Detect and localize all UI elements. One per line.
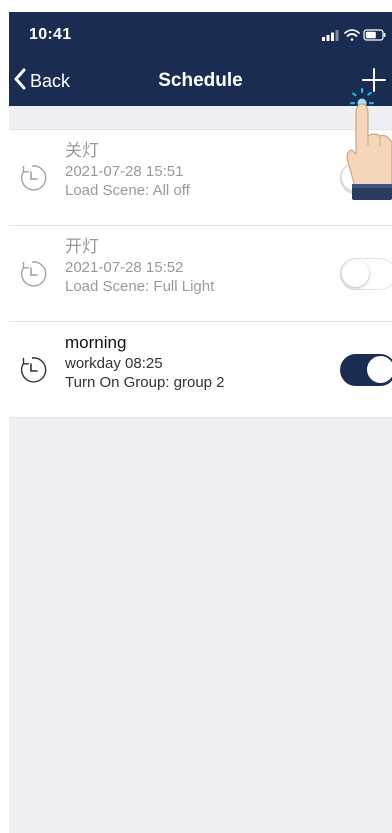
schedule-row-1[interactable]: 关灯 2021-07-28 15:51 Load Scene: All off xyxy=(9,129,392,225)
status-icons xyxy=(322,28,386,42)
schedule-time: 2021-07-28 15:52 xyxy=(65,259,184,276)
schedule-time: workday 08:25 xyxy=(65,355,163,372)
battery-icon xyxy=(363,29,386,41)
wifi-icon xyxy=(344,29,360,41)
status-bar: 10:41 xyxy=(9,12,392,58)
schedule-row-2[interactable]: 开灯 2021-07-28 15:52 Load Scene: Full Lig… xyxy=(9,225,392,321)
nav-bar: Back Schedule xyxy=(9,58,392,106)
schedule-action: Load Scene: Full Light xyxy=(65,278,215,295)
schedule-list: 关灯 2021-07-28 15:51 Load Scene: All off … xyxy=(9,129,392,418)
schedule-toggle[interactable] xyxy=(340,354,392,386)
page-title: Schedule xyxy=(158,70,243,91)
schedule-title: 关灯 xyxy=(65,141,99,160)
schedule-info: 开灯 2021-07-28 15:52 Load Scene: Full Lig… xyxy=(65,236,214,296)
schedule-title: 开灯 xyxy=(65,237,99,256)
schedule-action: Turn On Group: group 2 xyxy=(65,374,225,391)
clock-icon xyxy=(21,357,47,383)
signal-icon xyxy=(322,30,339,41)
schedule-action: Load Scene: All off xyxy=(65,182,190,199)
toggle-knob xyxy=(367,356,392,383)
schedule-toggle[interactable] xyxy=(340,258,392,290)
schedule-time: 2021-07-28 15:51 xyxy=(65,163,184,180)
toggle-knob xyxy=(342,260,369,287)
header: 10:41 Back Schedule xyxy=(9,12,392,106)
schedule-info: morning workday 08:25 Turn On Group: gro… xyxy=(65,332,225,392)
schedule-title: morning xyxy=(65,333,127,352)
clock-icon xyxy=(21,261,47,287)
schedule-row-3[interactable]: morning workday 08:25 Turn On Group: gro… xyxy=(9,321,392,418)
schedule-info: 关灯 2021-07-28 15:51 Load Scene: All off xyxy=(65,140,190,200)
app-screen: 10:41 Back Schedule 关灯 2021-07-28 15:51 … xyxy=(9,12,392,833)
tap-hint-hand-icon xyxy=(346,88,392,200)
clock-icon xyxy=(21,165,47,191)
status-time: 10:41 xyxy=(29,26,72,43)
